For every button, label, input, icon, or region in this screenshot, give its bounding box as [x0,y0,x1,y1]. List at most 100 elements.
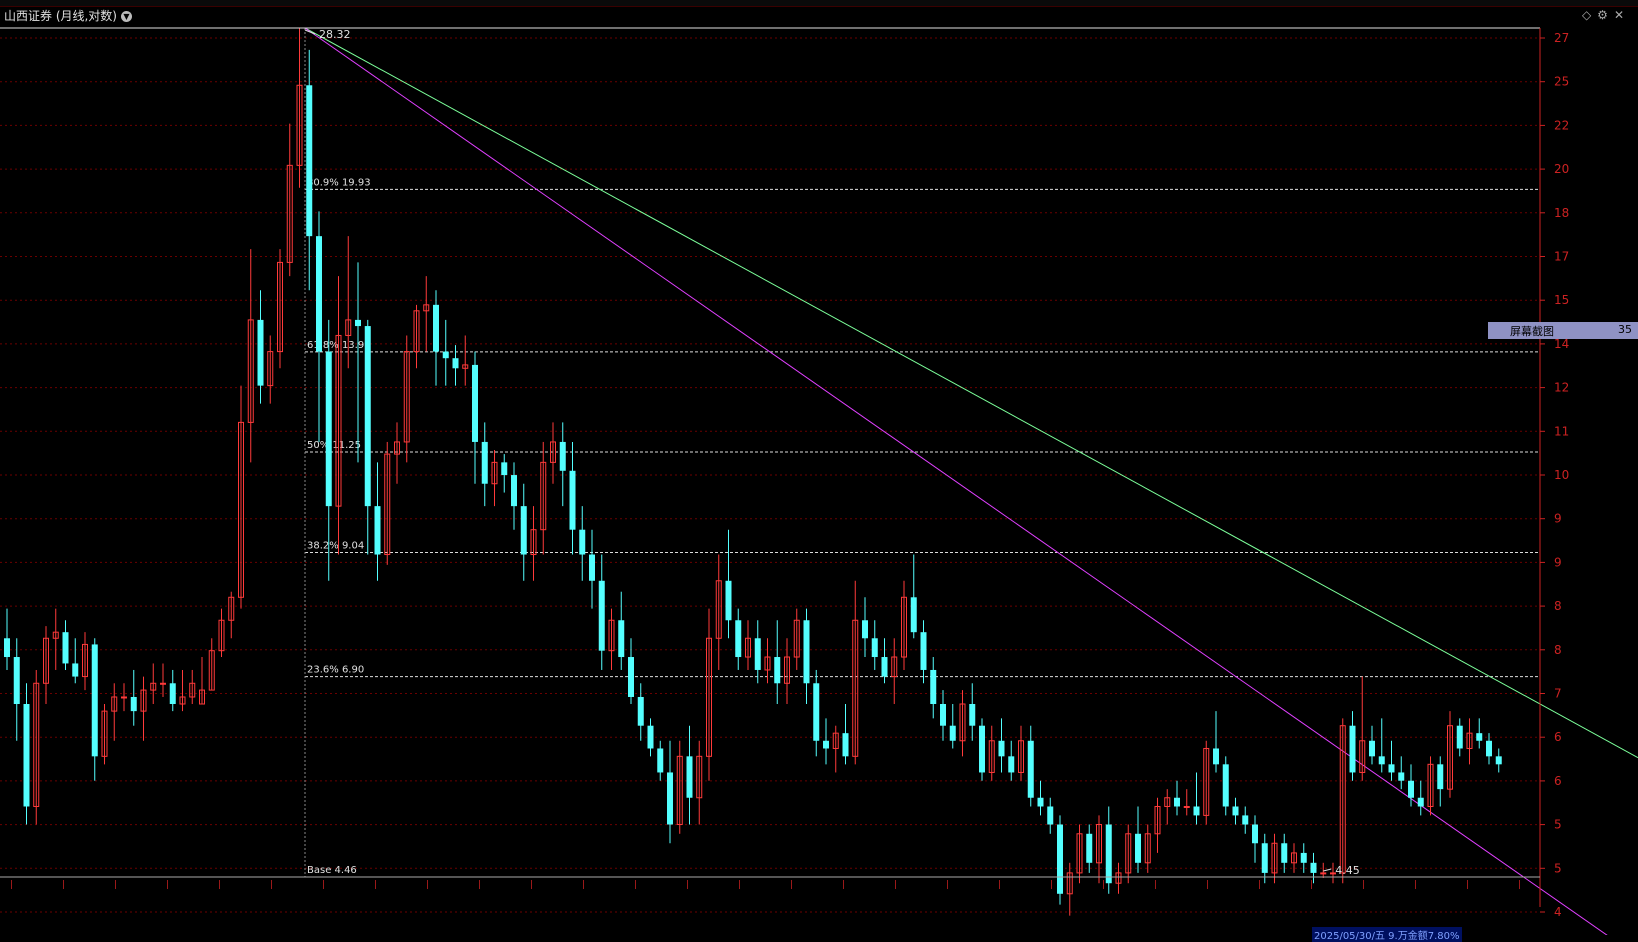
candle [1047,797,1054,834]
candle [754,620,761,684]
x-axis-marker: | [62,880,65,890]
candle [569,441,576,555]
candle [881,638,888,684]
candle-body-down [559,441,566,471]
y-tick-label: 8 [1554,599,1562,613]
candle-body-down [803,620,810,684]
x-axis-marker: | [634,880,637,890]
context-menu-screenshot[interactable]: 屏幕截图 35 [1488,322,1638,339]
candle [111,683,118,741]
candle-body-down [1369,740,1375,757]
candle-body-down [1086,833,1093,863]
candle [618,591,625,670]
y-tick-label: 5 [1554,818,1562,832]
candle [1388,740,1395,781]
candle [1495,748,1502,773]
candle-body-down [940,703,946,726]
candle [1008,740,1015,781]
candle [1125,824,1132,884]
candle [979,718,985,781]
candle [403,335,410,463]
candle [774,620,781,704]
candle [530,506,537,581]
candle-body-down [628,657,634,697]
candle [452,345,459,386]
candle [1096,815,1102,884]
candle [501,454,508,493]
candle-body-down [1027,740,1034,798]
candle-body-down [598,580,605,651]
candle-body-down [842,733,849,757]
x-axis-marker: | [1050,880,1053,890]
candle-body-down [657,748,664,773]
x-axis-marker: | [1466,880,1469,890]
low-price-label: 4.45 [1335,864,1360,877]
candle [862,597,868,658]
candle-body-down [618,620,625,658]
candle [462,335,469,386]
candle [735,608,742,670]
candle [364,319,371,555]
candle [998,718,1005,773]
candle [1183,789,1190,816]
candle-body-down [1105,824,1112,884]
candle [4,608,10,670]
x-axis-marker: | [1518,880,1521,890]
candle [13,638,20,741]
y-tick-label: 7 [1554,687,1562,701]
candle [1476,718,1483,749]
candle-body-down [1135,833,1141,863]
y-tick-label: 5 [1554,861,1562,875]
candle-body-down [1037,797,1044,807]
candle [511,462,517,530]
candle [140,676,147,741]
candle-body-down [920,632,927,670]
x-axis-marker: | [166,880,169,890]
candle [1369,725,1375,765]
candle [706,608,712,781]
candlestick-chart[interactable]: 80.9% 19.9361.8% 13.9950% 11.2538.2% 9.0… [0,0,1638,935]
candle [1310,852,1317,884]
y-tick-label: 6 [1554,730,1562,744]
candle [793,608,800,670]
x-axis-marker: | [1258,880,1261,890]
candle [1066,862,1073,916]
candle-body-down [130,696,137,712]
candle-body-down [1008,756,1015,773]
candle-body-down [364,326,371,507]
x-axis-marker: | [946,880,949,890]
candle [355,262,361,463]
candle-body-down [1261,843,1268,873]
candle-body-down [62,632,69,664]
candle [238,385,244,609]
candle-body-down [501,462,508,476]
candle [1057,815,1063,905]
candle-body-down [1281,843,1288,863]
candle [745,620,751,670]
candle-body-down [520,506,527,555]
trendline-magenta [304,27,1608,935]
fib-level-label: 38.2% 9.04 [307,540,364,551]
x-axis-marker: | [1310,880,1313,890]
candle [1232,797,1239,825]
candle [335,276,342,555]
candle [374,462,381,581]
candle [1086,824,1093,873]
y-tick-label: 9 [1554,555,1562,569]
candle [1339,718,1346,884]
candle [969,683,976,741]
x-axis-marker: | [10,880,13,890]
candle [1252,815,1258,863]
candle [101,703,108,765]
candle-body-up [1320,872,1327,875]
candle [208,638,215,691]
candle-body-down [306,85,313,237]
x-axis-marker: | [218,880,221,890]
candle [481,422,488,507]
candle-body-down [774,657,781,684]
candle-body-down [169,683,176,704]
candle-body-down [1417,797,1424,807]
fib-level-label: Base 4.46 [307,865,357,876]
candle-body-down [325,351,332,507]
candle-body-down [1232,806,1239,816]
